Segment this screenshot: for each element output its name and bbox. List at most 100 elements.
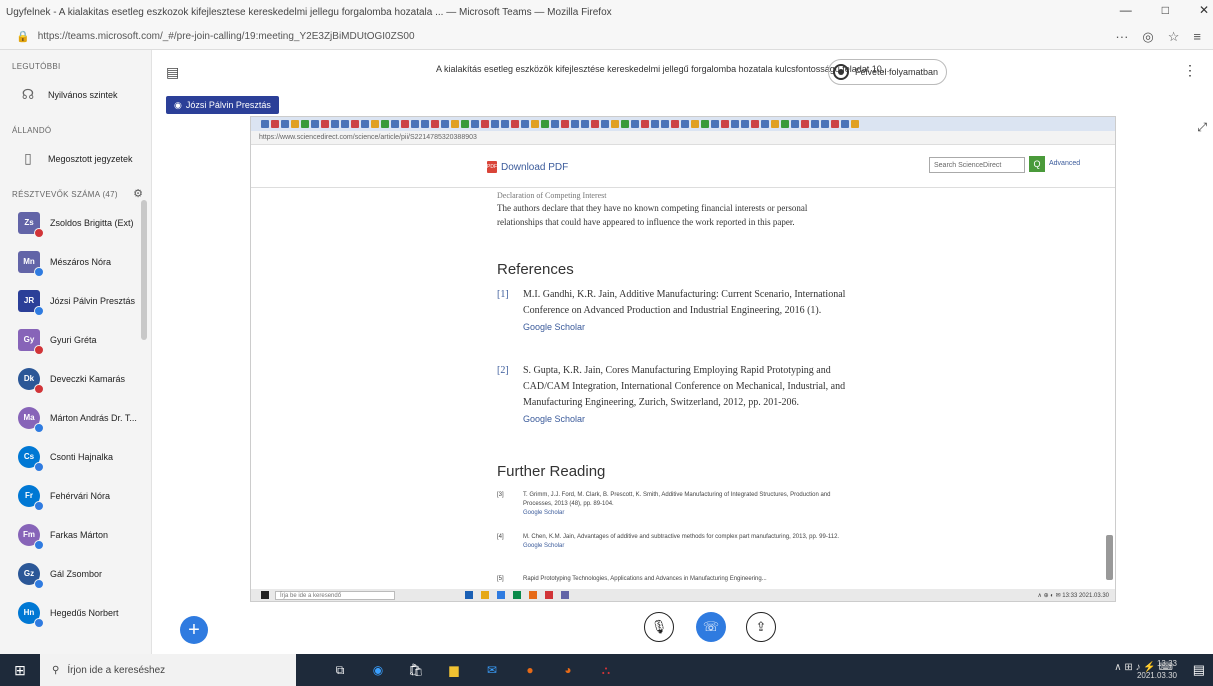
taskbar-apps: ⧉ ◉ 🛍 ▆ ✉ ● ◕ ⛬ [330, 660, 616, 680]
shared-tab-icon [831, 120, 839, 128]
chat-icon[interactable]: ▤ [166, 64, 179, 81]
shared-tab-icon [681, 120, 689, 128]
shared-tab-icon [671, 120, 679, 128]
meeting-header: ▤ A kialakítás esetleg eszközök kifejles… [152, 50, 1213, 94]
shared-tab-icon [401, 120, 409, 128]
shared-tab-icon [641, 120, 649, 128]
participant-name: Márton András Dr. T... [50, 412, 137, 423]
mute-button[interactable]: 🎙 [644, 612, 674, 642]
recording-status-label: Felvétel folyamatban [855, 67, 939, 77]
shared-search-field: Search ScienceDirect [929, 157, 1025, 173]
shared-tab-icon [411, 120, 419, 128]
mic-off-icon: 🎙 [650, 619, 668, 634]
taskbar-search[interactable]: ⚲ Írjon ide a kereséshez [40, 654, 296, 686]
shared-taskbar: Írja be ide a keresendő ∧ ⊕ ◐ ✉ 13:33 20… [251, 589, 1115, 601]
menu-icon[interactable]: ≡ [1193, 29, 1201, 45]
participant-item[interactable]: Mn Mészáros Nóra [0, 242, 151, 281]
document-icon: ▯ [24, 150, 32, 166]
notification-icon[interactable]: ▤ [1193, 662, 1205, 678]
taskbar-clock[interactable]: 13:33 2021.03.30 [1137, 658, 1177, 682]
shared-tab-icon [851, 120, 859, 128]
participant-item[interactable]: Gy Gyuri Gréta [0, 320, 151, 359]
sidebar-item-public-channels[interactable]: ☊ Nyilvános szintek [0, 75, 151, 114]
participant-item[interactable]: Hn Hegedűs Norbert [0, 593, 151, 632]
participant-item[interactable]: Dk Deveczki Kamarás [0, 359, 151, 398]
reference-number: [2] [497, 365, 509, 376]
competing-interest-text: The authors declare that they have no kn… [497, 203, 808, 227]
start-button[interactable]: ⊞ [0, 654, 40, 686]
advanced-search-link: Advanced [1049, 160, 1081, 167]
file-explorer-icon[interactable]: ▆ [444, 660, 464, 680]
minimize-button[interactable]: — [1120, 3, 1132, 17]
avatar-initials: Gy [23, 335, 35, 344]
presenter-badge: ◉ Józsi Pálvin Presztás [166, 96, 279, 114]
pocket-icon[interactable]: ◎ [1142, 29, 1153, 45]
chrome-icon[interactable]: ● [520, 660, 540, 680]
references-heading: References [497, 261, 574, 278]
gear-icon[interactable]: ⚙ [133, 187, 143, 200]
shared-scrollbar [1106, 535, 1113, 580]
add-button[interactable]: + [180, 616, 208, 644]
presence-dot [34, 500, 44, 511]
participant-list: Zs Zsoldos Brigitta (Ext) Mn Mészáros Nóra J… [0, 203, 151, 632]
shared-tab-icon [341, 120, 349, 128]
participant-item[interactable]: Cs Csonti Hajnalka [0, 437, 151, 476]
participant-item[interactable]: Fr Fehérvári Nóra [0, 476, 151, 515]
presence-dot [34, 578, 44, 589]
pin-icon: ◉ [174, 99, 182, 110]
shared-tab-icon [751, 120, 759, 128]
shared-tab-icon [321, 120, 329, 128]
expand-icon[interactable]: ⤢ [1197, 120, 1207, 135]
hang-up-button[interactable]: ☏ [696, 612, 726, 642]
firefox-icon[interactable]: ◕ [558, 660, 578, 680]
presence-dot [34, 422, 44, 433]
shared-tab-icon [731, 120, 739, 128]
further-reading-number: [5] [497, 576, 504, 582]
shared-start-icon [261, 591, 269, 599]
shared-tab-icon [261, 120, 269, 128]
shared-tab-icon [801, 120, 809, 128]
close-button[interactable]: ✕ [1199, 3, 1209, 17]
avatar: Dk [18, 367, 44, 394]
edge-icon[interactable]: ◉ [368, 660, 388, 680]
more-actions-button[interactable]: ··· [1115, 29, 1128, 45]
shared-tab-icon [461, 120, 469, 128]
mail-icon[interactable]: ✉ [482, 660, 502, 680]
participant-item[interactable]: Ma Márton András Dr. T... [0, 398, 151, 437]
bookmark-star-icon[interactable]: ☆ [1168, 29, 1180, 45]
shared-tab-icon [711, 120, 719, 128]
share-screen-icon: ⇪ [755, 619, 767, 634]
shared-tab-icon [551, 120, 559, 128]
participant-item[interactable]: Fm Farkas Márton [0, 515, 151, 554]
download-pdf-link: PDF Download PDF [487, 161, 568, 173]
participant-item[interactable]: Zs Zsoldos Brigitta (Ext) [0, 203, 151, 242]
store-icon[interactable]: 🛍 [406, 660, 426, 680]
participant-item[interactable]: Gz Gál Zsombor [0, 554, 151, 593]
url-field[interactable]: https://teams.microsoft.com/_#/pre-join-… [38, 31, 415, 42]
shared-tab-icon [311, 120, 319, 128]
avatar-initials: Ma [23, 413, 35, 422]
shared-tab-icon [521, 120, 529, 128]
shared-tab-icon [611, 120, 619, 128]
shared-tray: ∧ ⊕ ◐ ✉ 13:33 2021.03.30 [1037, 592, 1109, 599]
shared-tab-icon [571, 120, 579, 128]
more-options-icon[interactable]: ⋮ [1183, 62, 1197, 79]
shared-tab-strip [251, 117, 1115, 131]
avatar: Cs [18, 445, 44, 472]
maximize-button[interactable]: □ [1162, 3, 1169, 17]
participant-item[interactable]: JR Józsi Pálvin Presztás [0, 281, 151, 320]
reference-item: [2] S. Gupta, K.R. Jain, Cores Manufactu… [497, 363, 857, 427]
task-view-icon[interactable]: ⧉ [330, 660, 350, 680]
participant-name: Zsoldos Brigitta (Ext) [50, 217, 134, 228]
share-screen-button[interactable]: ⇪ [746, 612, 776, 642]
avatar-initials: JR [23, 296, 35, 305]
sidebar-item-shared-notes[interactable]: ▯ Megosztott jegyzetek [0, 139, 151, 178]
pdf-icon: PDF [487, 161, 497, 173]
shared-search-button: Q [1029, 156, 1045, 172]
presence-dot [34, 266, 44, 277]
shared-app-icon [513, 591, 521, 599]
clock-time: 13:33 [1156, 659, 1177, 668]
presence-dot [34, 305, 44, 316]
acrobat-icon[interactable]: ⛬ [596, 660, 616, 680]
sidebar-item-label: Nyilvános szintek [48, 89, 118, 100]
